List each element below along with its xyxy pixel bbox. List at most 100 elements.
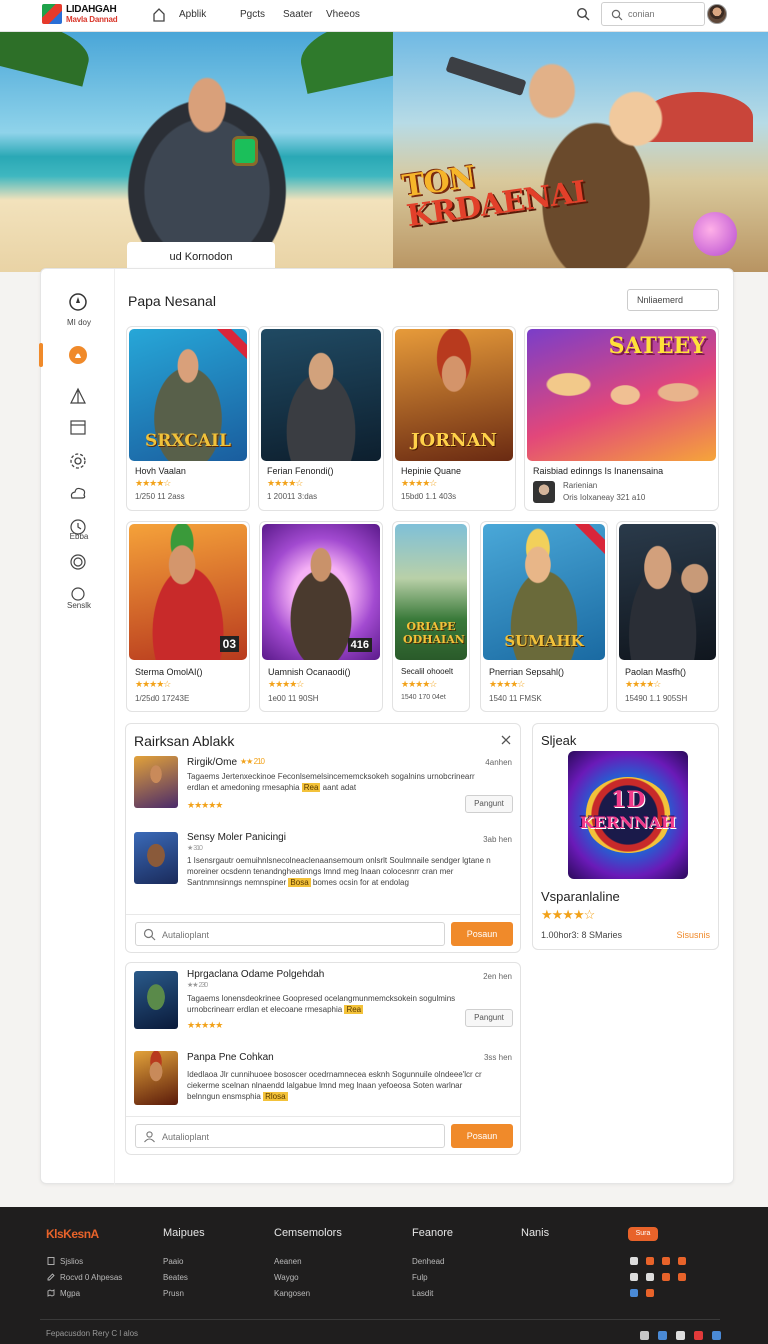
footer-link[interactable]: Mgpa <box>60 1289 80 1298</box>
game-card[interactable]: 416 Uamnish Ocanaodi() ★★★★☆ 1e00 11 90S… <box>259 521 383 712</box>
site-logo[interactable]: LIDAHGAH Mavla Dannad <box>42 4 124 28</box>
footer-link[interactable]: Rocvd 0 Ahpesas <box>60 1273 122 1282</box>
game-card[interactable]: Ferian Fenondi() ★★★★☆ 1 20011 3:das <box>258 326 384 511</box>
spotlight-title: Sljeak <box>541 733 577 748</box>
reviewer-name[interactable]: Rirgik/Ome <box>187 757 237 768</box>
reviews-panel-secondary: Hprgaclana Odame Polgehdah ★★ 230 2en he… <box>125 962 521 1155</box>
review-game-thumbnail <box>134 1051 178 1105</box>
social-icon[interactable] <box>678 1273 686 1281</box>
spotlight-game-name[interactable]: Vsparanlaline <box>541 889 620 904</box>
sort-dropdown[interactable]: Nnliaemerd <box>627 289 719 311</box>
social-icon[interactable] <box>658 1331 667 1340</box>
footer-link[interactable]: Sjslios <box>60 1257 83 1266</box>
reply-field[interactable] <box>135 1124 445 1148</box>
social-icon[interactable] <box>646 1273 654 1281</box>
spotlight-link[interactable]: Sisusnis <box>676 930 710 940</box>
spotlight-art-line1: 1D <box>610 787 646 813</box>
review-action-button[interactable]: Pangunt <box>465 795 513 813</box>
social-icon[interactable] <box>676 1331 685 1340</box>
reviewer-name[interactable]: Sensy Moler Panicingi <box>187 832 286 843</box>
footer-badge[interactable]: Sura <box>628 1227 658 1241</box>
footer-logo[interactable]: KlsKesnA <box>46 1227 99 1241</box>
review-game-thumbnail <box>134 832 178 884</box>
inline-rating: ★★ 210 <box>240 757 265 766</box>
footer-column-heading: Nanis <box>521 1227 550 1239</box>
footer-link[interactable]: Paaio <box>163 1257 183 1266</box>
user-avatar[interactable] <box>707 4 727 24</box>
game-card[interactable]: JORNAN Hepinie Quane ★★★★☆ 15bd0 1.1 403… <box>392 326 516 511</box>
reply-input[interactable] <box>162 927 432 943</box>
reviewer-name[interactable]: Hprgaclana Odame Polgehdah <box>187 969 324 980</box>
reply-row: Posaun <box>126 1116 520 1154</box>
search-input[interactable] <box>628 6 700 22</box>
post-button[interactable]: Posaun <box>451 922 513 946</box>
reply-field[interactable] <box>135 922 445 946</box>
footer-link[interactable]: Prusn <box>163 1289 184 1298</box>
social-icon[interactable] <box>712 1331 721 1340</box>
game-card[interactable]: Paolan Masfh() ★★★★☆ 15490 1.1 905SH <box>616 521 719 712</box>
game-card[interactable]: SUMAHK Pnerrian Sepsahl() ★★★★☆ 1540 11 … <box>480 521 608 712</box>
footer: KlsKesnA Sjslios Rocvd 0 Ahpesas Mgpa Ma… <box>0 1207 768 1344</box>
tent-icon[interactable] <box>68 386 88 406</box>
home-icon[interactable] <box>151 7 167 23</box>
footer-link[interactable]: Waygo <box>274 1273 299 1282</box>
footer-link[interactable]: Aeanen <box>274 1257 302 1266</box>
post-button[interactable]: Posaun <box>451 1124 513 1148</box>
footer-link[interactable]: Denhead <box>412 1257 444 1266</box>
game-card[interactable]: 03 Sterma OmolAI() ★★★★☆ 1/25d0 17243E <box>126 521 250 712</box>
reply-input[interactable] <box>162 1129 432 1145</box>
social-icon[interactable] <box>678 1257 686 1265</box>
search-field-icon <box>611 9 623 21</box>
review-highlight: Rlosa <box>263 1092 288 1101</box>
social-icon[interactable] <box>630 1273 638 1281</box>
flame-icon[interactable] <box>68 345 88 365</box>
social-icon[interactable] <box>630 1257 638 1265</box>
copyright-text: Fepacusdon Rery C l alos <box>46 1329 139 1338</box>
target-icon[interactable] <box>68 552 88 572</box>
new-ribbon <box>567 524 605 557</box>
footer-link[interactable]: Fulp <box>412 1273 428 1282</box>
social-icon[interactable] <box>630 1289 638 1297</box>
social-icon[interactable] <box>694 1331 703 1340</box>
cloud-icon[interactable] <box>68 483 88 503</box>
compass-icon[interactable] <box>68 292 88 312</box>
game-thumbnail: ORIAPE ODHAIAN <box>395 524 467 660</box>
footer-link[interactable]: Kangosen <box>274 1289 310 1298</box>
calendar-icon[interactable] <box>68 417 88 437</box>
spotlight-game-art[interactable]: 1D KERNNAH <box>568 751 688 879</box>
logo-mark-icon <box>42 4 62 24</box>
nav-apps[interactable]: Apblik <box>179 9 206 20</box>
game-card[interactable]: ORIAPE ODHAIAN Secalil ohooelt ★★★★☆ 154… <box>392 521 470 712</box>
review-action-button[interactable]: Pangunt <box>465 1009 513 1027</box>
hero-banner[interactable]: TON KRDAENAI ud Kornodon <box>0 32 768 272</box>
social-icon[interactable] <box>662 1257 670 1265</box>
emerald-gem-icon <box>232 136 258 166</box>
social-icon[interactable] <box>662 1273 670 1281</box>
nav-videos[interactable]: Vheeos <box>326 9 360 20</box>
game-card[interactable]: SRXCAIL Hovh Vaalan ★★★★☆ 1/250 11 2ass <box>126 326 250 511</box>
section-title: Papa Nesanal <box>128 293 216 309</box>
thumbnail-title: JORNAN <box>410 430 498 451</box>
footer-link[interactable]: Beates <box>163 1273 188 1282</box>
game-name: Hovh Vaalan <box>135 466 186 476</box>
social-icon[interactable] <box>646 1289 654 1297</box>
social-icon[interactable] <box>646 1257 654 1265</box>
sidebar-item-label: Ebba <box>69 532 89 541</box>
footer-link[interactable]: Lasdit <box>412 1289 433 1298</box>
gear-icon[interactable] <box>68 451 88 471</box>
game-card-featured[interactable]: SATEEY Raisbiad edinngs Is Inanensaina R… <box>524 326 719 511</box>
reviewer-name[interactable]: Panpa Pne Cohkan <box>187 1052 274 1063</box>
review-time: 2en hen <box>483 972 512 981</box>
nav-projects[interactable]: Pgcts <box>240 9 265 20</box>
game-meta: Oris Iolxaneay 321 a10 <box>563 493 646 502</box>
close-icon[interactable] <box>500 734 512 746</box>
spotlight-meta: 1.00hor3: 8 SMaries <box>541 930 623 940</box>
review-text: Tagaems lonensdeokrinee Goopresed ocelan… <box>187 993 487 1017</box>
flag-icon[interactable] <box>640 1331 649 1340</box>
game-rating: ★★★★☆ <box>625 679 661 689</box>
search-field[interactable] <box>601 2 705 26</box>
review-stars: ★★★★★ <box>187 800 223 810</box>
search-icon[interactable] <box>576 7 590 21</box>
review-highlight: Bosa <box>288 878 311 887</box>
nav-stars[interactable]: Saater <box>283 9 312 20</box>
